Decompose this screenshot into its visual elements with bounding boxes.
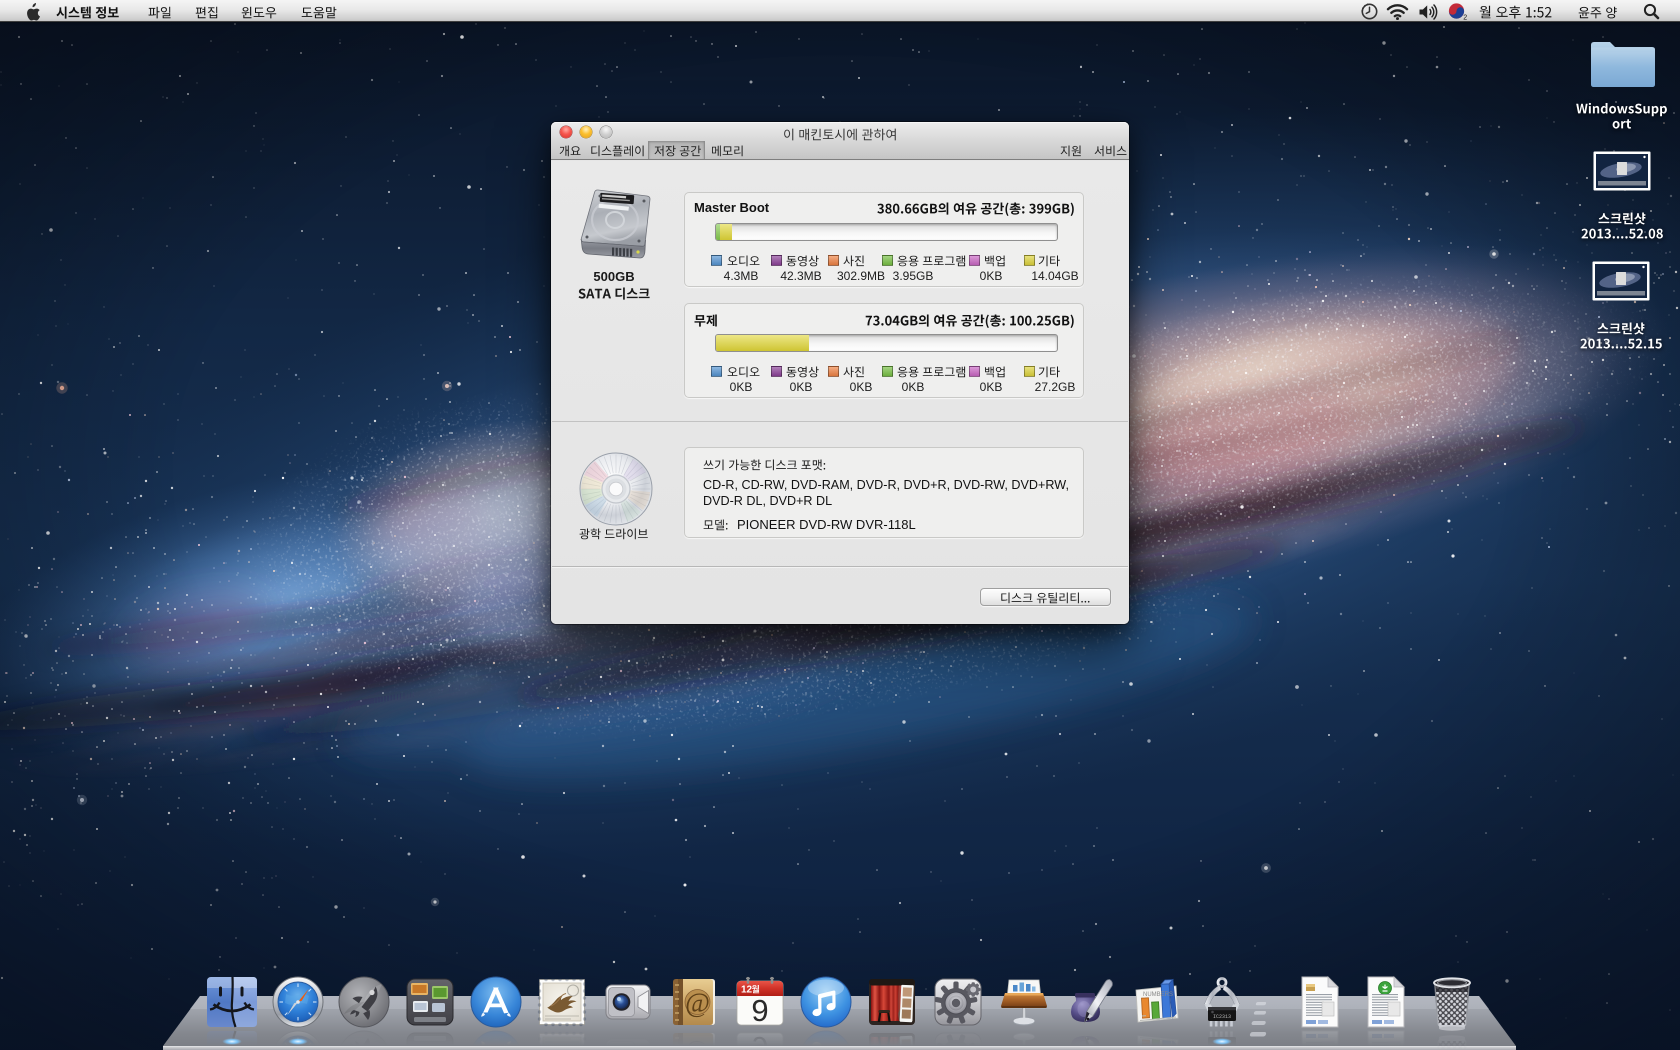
svg-text:@: @ [685,1041,710,1047]
svg-text:IC2313: IC2313 [1213,1014,1231,1020]
svg-text:9: 9 [751,1030,768,1046]
svg-text:9: 9 [751,993,768,1028]
svg-text:2: 2 [1463,15,1467,21]
svg-text:@: @ [685,988,710,1018]
svg-text:NUMBERS: NUMBERS [1143,992,1173,998]
